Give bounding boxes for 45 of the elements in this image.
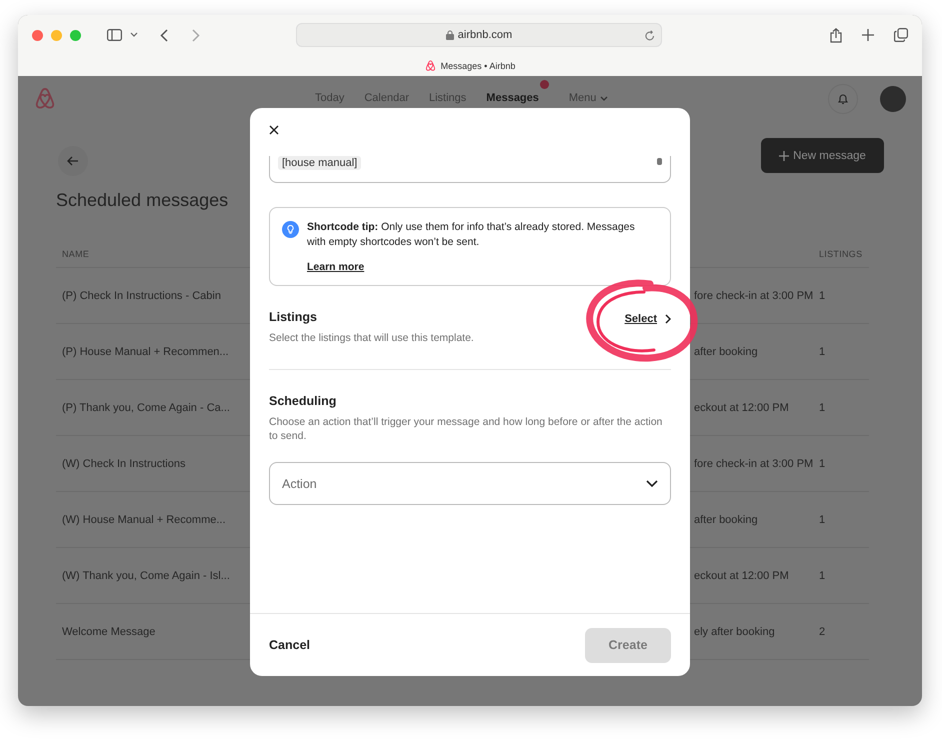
browser-tab[interactable]: Messages • Airbnb [18, 55, 922, 76]
chevron-down-icon [646, 480, 658, 487]
page-title: Scheduled messages [56, 190, 230, 211]
column-header: LISTINGS [813, 249, 869, 268]
arrow-left-icon [67, 156, 79, 166]
chevron-down-icon[interactable] [130, 32, 138, 38]
table-cell: 1 [813, 268, 869, 324]
section-description: Select the listings that will use this template. [269, 331, 474, 345]
share-icon[interactable] [830, 28, 842, 42]
lightbulb-icon [282, 221, 299, 238]
table-cell: 1 [813, 492, 869, 548]
scroll-thumb[interactable] [657, 158, 662, 165]
message-field[interactable]: [house manual] [269, 156, 671, 183]
plus-icon [779, 150, 790, 160]
chevron-right-icon [665, 314, 671, 324]
notifications-button[interactable] [828, 84, 858, 114]
table-cell: 2 [813, 604, 869, 660]
shortcode-chip: [house manual] [278, 156, 362, 170]
tip-text: Shortcode tip: Only use them for info that’s already stored. Messages with empty shortcodes won’t be sent. [307, 220, 636, 250]
chevron-down-icon [600, 96, 608, 100]
back-button[interactable] [58, 146, 88, 176]
reload-icon[interactable] [645, 30, 655, 40]
bell-icon [838, 93, 848, 105]
tabs-icon[interactable] [894, 28, 908, 42]
table-cell: 1 [813, 380, 869, 436]
table-cell: 1 [813, 436, 869, 492]
table-cell: 1 [813, 548, 869, 604]
notification-badge [540, 80, 549, 89]
close-window-icon[interactable] [32, 30, 43, 40]
lock-icon [446, 30, 454, 40]
plus-icon[interactable] [862, 29, 874, 41]
airbnb-logo-icon [424, 60, 436, 72]
close-icon [269, 125, 279, 135]
new-message-button[interactable]: New message [761, 138, 884, 173]
avatar[interactable] [880, 86, 906, 112]
section-title: Scheduling [269, 394, 338, 408]
sidebar-icon[interactable] [107, 29, 122, 41]
airbnb-logo-icon [34, 87, 56, 111]
back-icon[interactable] [160, 28, 168, 42]
section-title: Listings [269, 310, 318, 324]
cancel-button[interactable]: Cancel [269, 634, 310, 656]
select-link[interactable]: Select [624, 313, 671, 325]
table-cell: 1 [813, 324, 869, 380]
address-bar[interactable]: airbnb.com [296, 23, 662, 47]
action-dropdown[interactable]: Action [269, 462, 671, 505]
